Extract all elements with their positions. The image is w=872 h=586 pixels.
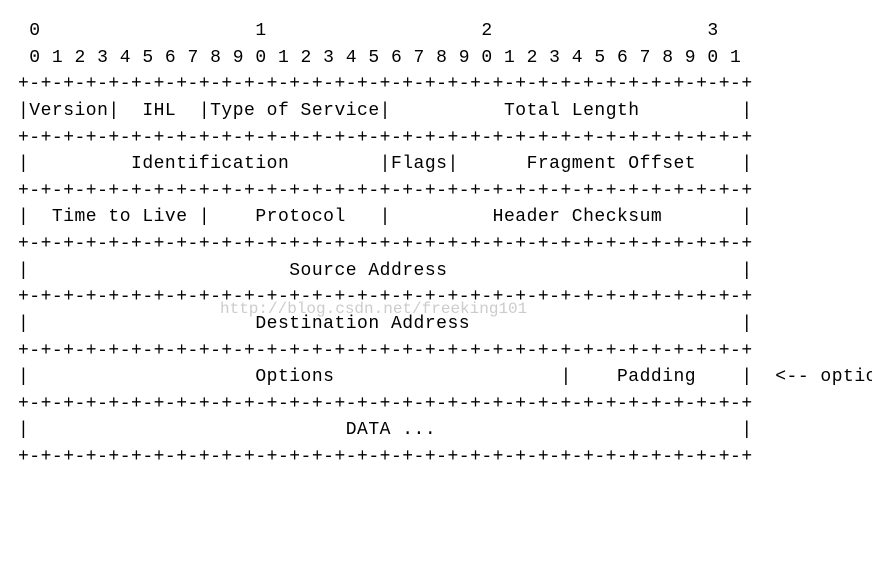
row-separator: +-+-+-+-+-+-+-+-+-+-+-+-+-+-+-+-+-+-+-+-…	[18, 125, 854, 152]
row-separator: +-+-+-+-+-+-+-+-+-+-+-+-+-+-+-+-+-+-+-+-…	[18, 284, 854, 311]
header-row-5: | Destination Address |	[18, 311, 854, 338]
header-row-1: |Version| IHL |Type of Service| Total Le…	[18, 98, 854, 125]
row-separator: +-+-+-+-+-+-+-+-+-+-+-+-+-+-+-+-+-+-+-+-…	[18, 391, 854, 418]
row-separator: +-+-+-+-+-+-+-+-+-+-+-+-+-+-+-+-+-+-+-+-…	[18, 444, 854, 471]
bit-ruler-tens: 0 1 2 3	[18, 18, 854, 45]
bit-ruler-ones: 0 1 2 3 4 5 6 7 8 9 0 1 2 3 4 5 6 7 8 9 …	[18, 45, 854, 72]
header-row-3: | Time to Live | Protocol | Header Check…	[18, 204, 854, 231]
header-row-7: | DATA ... |	[18, 417, 854, 444]
row-separator: +-+-+-+-+-+-+-+-+-+-+-+-+-+-+-+-+-+-+-+-…	[18, 178, 854, 205]
header-row-4: | Source Address |	[18, 258, 854, 285]
row-separator: +-+-+-+-+-+-+-+-+-+-+-+-+-+-+-+-+-+-+-+-…	[18, 231, 854, 258]
row-separator: +-+-+-+-+-+-+-+-+-+-+-+-+-+-+-+-+-+-+-+-…	[18, 71, 854, 98]
header-row-2: | Identification |Flags| Fragment Offset…	[18, 151, 854, 178]
row-separator: +-+-+-+-+-+-+-+-+-+-+-+-+-+-+-+-+-+-+-+-…	[18, 338, 854, 365]
header-row-6: | Options | Padding | <-- optional	[18, 364, 854, 391]
